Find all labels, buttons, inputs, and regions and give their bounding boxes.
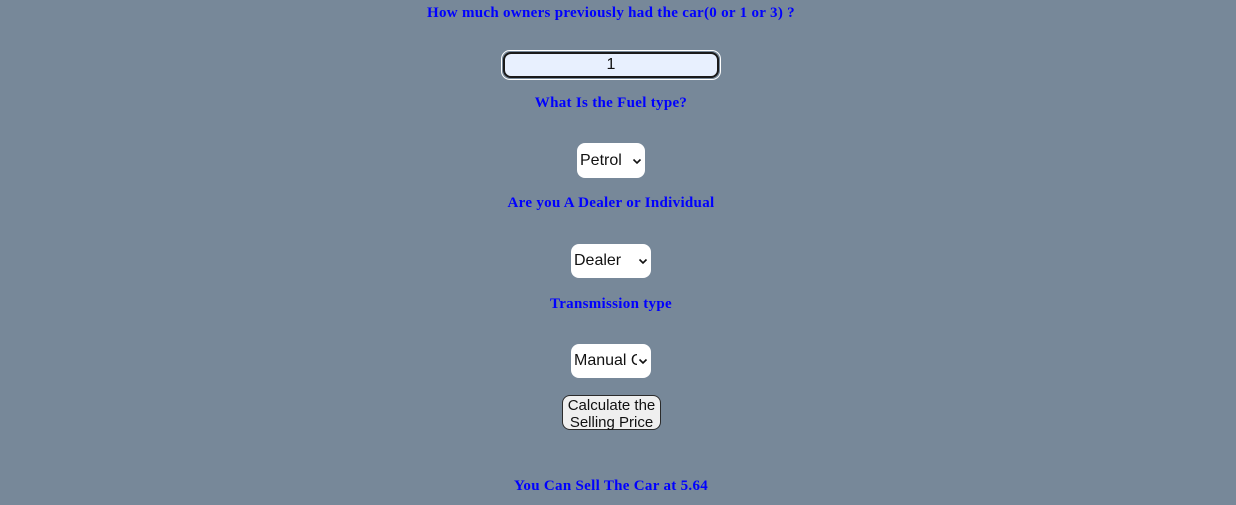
chevron-down-icon (632, 158, 642, 164)
calculate-price-button-label: Calculate the Selling Price (567, 397, 656, 431)
seller-type-selected-value: Dealer (574, 252, 622, 269)
transmission-question-label: Transmission type (550, 296, 672, 312)
calculate-price-button[interactable]: Calculate the Selling Price (562, 395, 661, 431)
owners-input[interactable] (503, 52, 719, 78)
fuel-question-label: What Is the Fuel type? (534, 95, 688, 111)
fuel-type-selected-value: Petrol (580, 151, 622, 169)
fuel-type-select[interactable]: Petrol (577, 143, 645, 178)
transmission-type-selected-value: Manual C (574, 352, 637, 369)
predicted-price-result: You Can Sell The Car at 5.64 (513, 478, 709, 494)
seller-type-select[interactable]: Dealer (571, 244, 651, 278)
seller-question-label: Are you A Dealer or Individual (507, 195, 715, 211)
transmission-type-select[interactable]: Manual C (571, 344, 651, 378)
owners-question-label: How much owners previously had the car(0… (427, 5, 795, 21)
chevron-down-icon (638, 258, 648, 265)
chevron-down-icon (638, 358, 648, 365)
